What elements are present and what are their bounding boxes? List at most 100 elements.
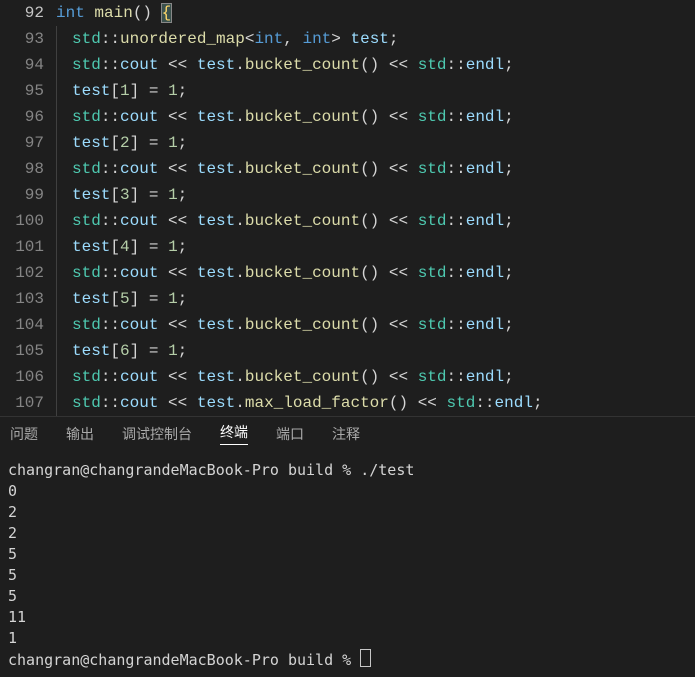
token-num: 1: [120, 82, 130, 100]
token-var: cout: [120, 264, 158, 282]
token-num: 1: [168, 82, 178, 100]
panel-tabs: 问题 输出 调试控制台 终端 端口 注释: [0, 416, 695, 450]
token-var: test: [72, 134, 110, 152]
token-ns: std: [418, 264, 447, 282]
token-brace-hl: {: [162, 4, 172, 22]
token-op: <<: [389, 212, 408, 230]
token-punc: [: [110, 290, 120, 308]
token-op: ::: [101, 394, 120, 412]
token-op: =: [149, 290, 159, 308]
token-var: endl: [466, 212, 504, 230]
token-op: <<: [389, 160, 408, 178]
panel-tab-0[interactable]: 问题: [10, 424, 38, 444]
token-punc: .: [235, 160, 245, 178]
panel-tab-5[interactable]: 注释: [332, 424, 360, 444]
token-ns: std: [72, 30, 101, 48]
token-var: test: [197, 108, 235, 126]
panel-tab-3[interactable]: 终端: [220, 422, 248, 445]
token-ns: std: [418, 212, 447, 230]
terminal-panel[interactable]: changran@changrandeMacBook-Pro build % .…: [0, 450, 695, 671]
code-line[interactable]: test[5] = 1;: [56, 286, 695, 312]
token-punc: [: [110, 238, 120, 256]
code-line[interactable]: std::cout << test.bucket_count() << std:…: [56, 260, 695, 286]
token-fn: main: [94, 4, 132, 22]
code-line[interactable]: test[3] = 1;: [56, 182, 695, 208]
token-var: cout: [120, 394, 158, 412]
terminal-output-line: 5: [8, 586, 687, 607]
token-punc: ;: [389, 30, 399, 48]
line-number: 93: [0, 26, 44, 52]
code-line[interactable]: test[6] = 1;: [56, 338, 695, 364]
token-op: =: [149, 134, 159, 152]
token-op: =: [149, 342, 159, 360]
token-fn: bucket_count: [245, 368, 360, 386]
code-line[interactable]: test[1] = 1;: [56, 78, 695, 104]
panel-tab-1[interactable]: 输出: [66, 424, 94, 444]
token-punc: ]: [130, 238, 140, 256]
token-op: =: [149, 186, 159, 204]
code-line[interactable]: test[4] = 1;: [56, 234, 695, 260]
indent-guide: [56, 338, 57, 364]
token-num: 5: [120, 290, 130, 308]
terminal-prompt[interactable]: changran@changrandeMacBook-Pro build %: [8, 649, 687, 671]
token-num: 1: [168, 238, 178, 256]
token-op: <<: [418, 394, 437, 412]
token-punc: (): [360, 160, 379, 178]
token-num: 3: [120, 186, 130, 204]
token-op: ::: [447, 316, 466, 334]
token-punc: .: [235, 316, 245, 334]
token-punc: (): [360, 316, 379, 334]
code-line[interactable]: std::cout << test.bucket_count() << std:…: [56, 208, 695, 234]
panel-tab-4[interactable]: 端口: [276, 424, 304, 444]
token-fn: bucket_count: [245, 160, 360, 178]
code-line[interactable]: std::cout << test.bucket_count() << std:…: [56, 52, 695, 78]
token-var: test: [72, 186, 110, 204]
line-number: 97: [0, 130, 44, 156]
token-var: test: [197, 212, 235, 230]
token-punc: .: [235, 264, 245, 282]
token-punc: ;: [504, 316, 514, 334]
token-op: <<: [168, 56, 187, 74]
token-punc: (): [360, 368, 379, 386]
token-punc: .: [235, 368, 245, 386]
token-num: 6: [120, 342, 130, 360]
code-area[interactable]: int main() {std::unordered_map<int, int>…: [56, 0, 695, 416]
indent-guide: [56, 364, 57, 390]
indent-guide: [56, 182, 57, 208]
token-punc: ;: [504, 160, 514, 178]
token-var: cout: [120, 108, 158, 126]
token-fn: max_load_factor: [245, 394, 389, 412]
code-editor[interactable]: 9293949596979899100101102103104105106107…: [0, 0, 695, 416]
code-line[interactable]: std::cout << test.bucket_count() << std:…: [56, 312, 695, 338]
code-line[interactable]: std::unordered_map<int, int> test;: [56, 26, 695, 52]
code-line[interactable]: std::cout << test.bucket_count() << std:…: [56, 104, 695, 130]
token-punc: (): [360, 212, 379, 230]
token-fn: bucket_count: [245, 212, 360, 230]
line-number: 101: [0, 234, 44, 260]
token-ns: std: [72, 368, 101, 386]
token-op: ::: [101, 368, 120, 386]
token-kw: int: [56, 4, 85, 22]
token-punc: (): [360, 56, 379, 74]
code-line[interactable]: std::cout << test.max_load_factor() << s…: [56, 390, 695, 416]
token-punc: .: [235, 394, 245, 412]
token-var: endl: [466, 264, 504, 282]
token-punc: ]: [130, 134, 140, 152]
indent-guide: [56, 312, 57, 338]
token-punc: ]: [130, 290, 140, 308]
indent-guide: [56, 390, 57, 416]
token-fn: unordered_map: [120, 30, 245, 48]
code-line[interactable]: test[2] = 1;: [56, 130, 695, 156]
token-op: ::: [447, 264, 466, 282]
token-punc: ,: [283, 30, 302, 48]
code-line[interactable]: std::cout << test.bucket_count() << std:…: [56, 156, 695, 182]
panel-tab-2[interactable]: 调试控制台: [122, 424, 192, 444]
token-op: ::: [447, 160, 466, 178]
token-op: ::: [447, 368, 466, 386]
code-line[interactable]: std::cout << test.bucket_count() << std:…: [56, 364, 695, 390]
line-number: 99: [0, 182, 44, 208]
token-punc: ;: [178, 238, 188, 256]
token-op: <<: [168, 316, 187, 334]
code-line[interactable]: int main() {: [56, 0, 695, 26]
token-var: test: [72, 238, 110, 256]
